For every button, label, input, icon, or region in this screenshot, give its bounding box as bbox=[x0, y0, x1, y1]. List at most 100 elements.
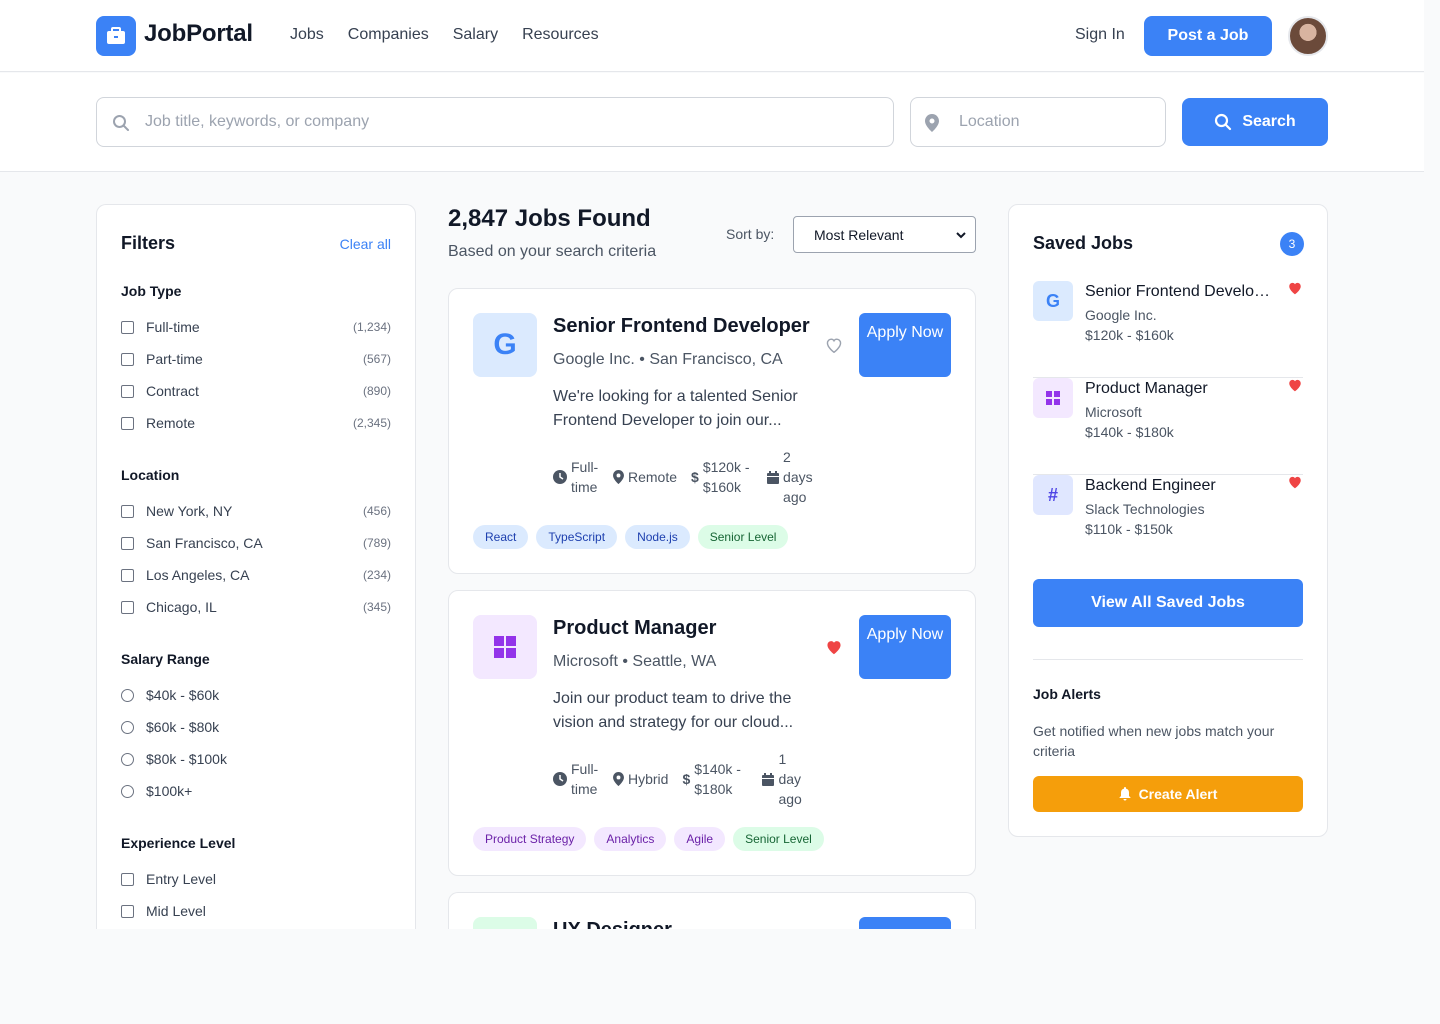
checkbox[interactable] bbox=[121, 536, 134, 550]
checkbox[interactable] bbox=[121, 504, 134, 518]
checkbox[interactable] bbox=[121, 600, 134, 614]
sort-label: Sort by: bbox=[726, 226, 775, 242]
salary-option[interactable]: $100k+ bbox=[121, 781, 391, 801]
checkbox[interactable] bbox=[121, 872, 134, 886]
tag[interactable]: React bbox=[473, 525, 529, 549]
nav-resources[interactable]: Resources bbox=[522, 26, 598, 44]
filters-panel: Filters Clear all Job Type Full-time (1,2… bbox=[96, 204, 416, 929]
keyword-search-input[interactable]: Job title, keywords, or company bbox=[96, 97, 894, 147]
filter-mid-level[interactable]: Mid Level bbox=[121, 901, 391, 921]
create-alert-button[interactable]: Create Alert bbox=[1033, 776, 1303, 812]
tag[interactable]: Agile bbox=[674, 827, 726, 851]
saved-job-item[interactable]: G Senior Frontend Developer Google Inc. … bbox=[1033, 281, 1303, 378]
job-details: Full-time Remote $ $120k - $160k 2 days … bbox=[553, 447, 831, 507]
filter-chicago[interactable]: Chicago, IL (345) bbox=[121, 597, 391, 617]
saved-job-title[interactable]: Product Manager bbox=[1085, 380, 1275, 398]
salary-option[interactable]: $60k - $80k bbox=[121, 717, 391, 737]
job-type-detail: Full-time bbox=[553, 457, 599, 497]
checkbox[interactable] bbox=[121, 352, 134, 366]
filter-part-time[interactable]: Part-time (567) bbox=[121, 349, 391, 369]
checkbox[interactable] bbox=[121, 416, 134, 430]
job-title[interactable]: Product Manager bbox=[553, 617, 716, 640]
job-title[interactable]: Senior Frontend Developer bbox=[553, 315, 810, 338]
heart-outline-icon[interactable] bbox=[825, 337, 843, 353]
checkbox[interactable] bbox=[121, 568, 134, 582]
tag[interactable]: Senior Level bbox=[733, 827, 824, 851]
sign-in-link[interactable]: Sign In bbox=[1075, 26, 1125, 44]
salary: $120k - $160k bbox=[702, 459, 750, 495]
filter-new-york[interactable]: New York, NY (456) bbox=[121, 501, 391, 521]
workplace-detail: Hybrid bbox=[613, 769, 668, 789]
job-title[interactable]: UX Designer bbox=[553, 919, 672, 929]
search-button-label: Search bbox=[1242, 113, 1296, 130]
microsoft-logo-icon bbox=[1033, 378, 1073, 418]
filter-full-time[interactable]: Full-time (1,234) bbox=[121, 317, 391, 337]
radio-button[interactable] bbox=[121, 720, 134, 734]
apply-now-button[interactable]: Apply Now bbox=[859, 313, 951, 377]
tag[interactable]: Node.js bbox=[625, 525, 690, 549]
saved-job-item[interactable]: # Backend Engineer Slack Technologies $1… bbox=[1033, 475, 1303, 572]
apply-now-button[interactable]: Apply Now bbox=[859, 615, 951, 679]
heart-filled-icon[interactable] bbox=[1287, 378, 1303, 392]
tag[interactable]: Senior Level bbox=[697, 525, 789, 549]
heart-filled-icon[interactable] bbox=[1287, 475, 1303, 489]
tag[interactable]: Analytics bbox=[594, 827, 667, 851]
user-avatar[interactable] bbox=[1288, 16, 1328, 56]
saved-jobs-title: Saved Jobs bbox=[1033, 233, 1134, 253]
tag[interactable]: Product Strategy bbox=[473, 827, 587, 851]
view-all-saved-jobs-button[interactable]: View All Saved Jobs bbox=[1033, 579, 1303, 627]
filter-label: Chicago, IL bbox=[146, 599, 217, 615]
checkbox[interactable] bbox=[121, 904, 134, 918]
salary-detail: $ $120k - $160k bbox=[691, 457, 753, 497]
saved-job-title[interactable]: Backend Engineer bbox=[1085, 477, 1275, 495]
filter-remote[interactable]: Remote (2,345) bbox=[121, 413, 391, 433]
filter-san-francisco[interactable]: San Francisco, CA (789) bbox=[121, 533, 391, 553]
nav-companies[interactable]: Companies bbox=[348, 26, 429, 44]
radio-button[interactable] bbox=[121, 784, 134, 798]
apply-now-button[interactable] bbox=[859, 917, 951, 929]
radio-button[interactable] bbox=[121, 752, 134, 766]
search-button[interactable]: Search bbox=[1182, 98, 1328, 146]
briefcase-logo-icon[interactable] bbox=[96, 16, 136, 56]
salary-filter-title: Salary Range bbox=[121, 651, 210, 667]
create-alert-label: Create Alert bbox=[1138, 786, 1218, 802]
job-card[interactable]: UX Designer bbox=[448, 892, 976, 929]
saved-job-company: Slack Technologies bbox=[1085, 501, 1205, 517]
filter-entry-level[interactable]: Entry Level bbox=[121, 869, 391, 889]
job-type: Full-time bbox=[571, 761, 599, 797]
saved-count-badge: 3 bbox=[1280, 232, 1304, 256]
heart-filled-icon[interactable] bbox=[825, 639, 843, 655]
filter-count: (456) bbox=[362, 504, 391, 518]
nav-salary[interactable]: Salary bbox=[453, 26, 498, 44]
results-subtitle: Based on your search criteria bbox=[448, 243, 657, 260]
salary-option[interactable]: $80k - $100k bbox=[121, 749, 391, 769]
radio-button[interactable] bbox=[121, 688, 134, 702]
filter-contract[interactable]: Contract (890) bbox=[121, 381, 391, 401]
sort-select[interactable]: Most Relevant bbox=[793, 216, 976, 253]
checkbox[interactable] bbox=[121, 320, 134, 334]
filter-los-angeles[interactable]: Los Angeles, CA (234) bbox=[121, 565, 391, 585]
filter-label: Full-time bbox=[146, 319, 200, 335]
search-icon bbox=[1215, 113, 1232, 131]
job-alerts-description: Get notified when new jobs match your cr… bbox=[1033, 723, 1275, 759]
nav-jobs[interactable]: Jobs bbox=[290, 26, 324, 44]
experience-filter-title: Experience Level bbox=[121, 835, 236, 851]
tag[interactable]: TypeScript bbox=[536, 525, 618, 549]
saved-job-title[interactable]: Senior Frontend Developer bbox=[1085, 283, 1275, 301]
skill-tags: Product Strategy Analytics Agile Senior … bbox=[473, 827, 824, 851]
job-card[interactable]: G Senior Frontend Developer Google Inc. … bbox=[448, 288, 976, 574]
google-logo-icon: G bbox=[473, 313, 537, 377]
bell-icon bbox=[1119, 787, 1131, 801]
location-input[interactable]: Location bbox=[910, 97, 1166, 147]
filter-label: Contract bbox=[146, 383, 199, 399]
brand-logo[interactable]: JobPortal bbox=[144, 20, 253, 48]
clear-all-link[interactable]: Clear all bbox=[340, 236, 391, 252]
job-alerts-title: Job Alerts bbox=[1033, 686, 1101, 702]
job-card[interactable]: Product Manager Microsoft • Seattle, WA … bbox=[448, 590, 976, 876]
post-job-button[interactable]: Post a Job bbox=[1144, 16, 1272, 56]
heart-filled-icon[interactable] bbox=[1287, 281, 1303, 295]
salary-option[interactable]: $40k - $60k bbox=[121, 685, 391, 705]
filter-label: New York, NY bbox=[146, 503, 233, 519]
checkbox[interactable] bbox=[121, 384, 134, 398]
saved-job-item[interactable]: Product Manager Microsoft $140k - $180k bbox=[1033, 378, 1303, 475]
